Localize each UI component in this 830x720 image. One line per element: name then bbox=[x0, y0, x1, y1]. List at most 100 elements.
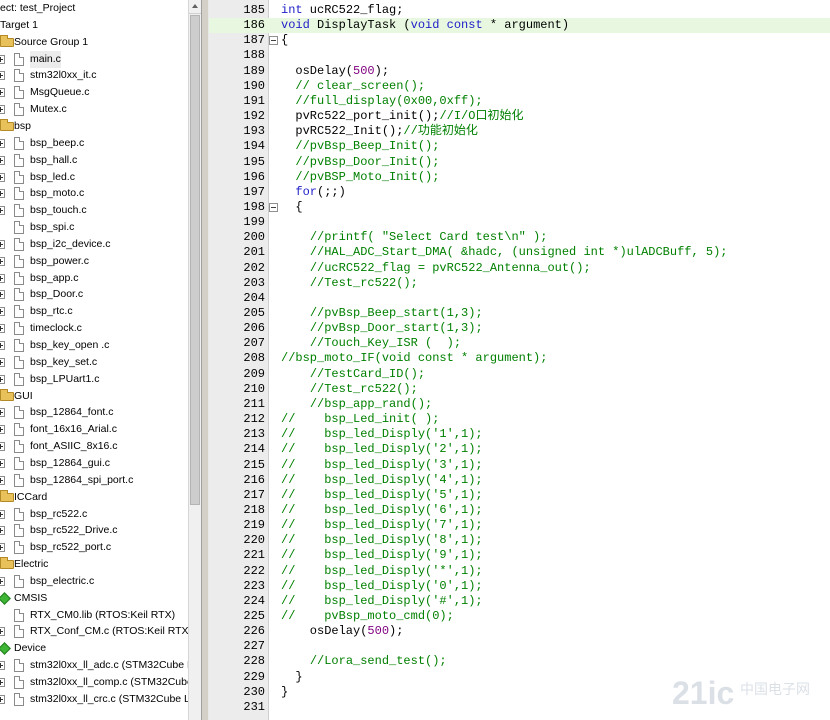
tree-item[interactable]: bsp_12864_spi_port.c bbox=[0, 472, 188, 489]
expand-icon[interactable] bbox=[0, 357, 5, 367]
code-line[interactable]: 219 // bsp_led_Disply('7',1); bbox=[209, 518, 830, 533]
code-line[interactable]: 207 //Touch_Key_ISR ( ); bbox=[209, 336, 830, 351]
tree-item[interactable]: bsp_12864_font.c bbox=[0, 404, 188, 421]
expand-icon[interactable] bbox=[0, 88, 5, 98]
expand-icon[interactable] bbox=[0, 206, 5, 216]
tree-item[interactable]: bsp_rtc.c bbox=[0, 303, 188, 320]
tree-item[interactable]: bsp_key_set.c bbox=[0, 354, 188, 371]
tree-group[interactable]: Source Group 1 bbox=[0, 34, 188, 51]
code-line[interactable]: 186 void DisplayTask (void const * argume… bbox=[209, 18, 830, 34]
code-line[interactable]: 223 // bsp_led_Disply('0',1); bbox=[209, 579, 830, 594]
code-line[interactable]: 189 osDelay(500); bbox=[209, 64, 830, 79]
tree-item[interactable]: MsgQueue.c bbox=[0, 84, 188, 101]
code-line[interactable]: 199 bbox=[209, 215, 830, 230]
code-line[interactable]: 204 bbox=[209, 291, 830, 306]
code-line[interactable]: 211 //bsp_app_rand(); bbox=[209, 397, 830, 412]
tree-item[interactable]: bsp_touch.c bbox=[0, 202, 188, 219]
tree-item[interactable]: bsp_power.c bbox=[0, 253, 188, 270]
code-line[interactable]: 190 // clear_screen(); bbox=[209, 79, 830, 94]
expand-icon[interactable] bbox=[0, 273, 5, 283]
code-line[interactable]: 215 // bsp_led_Disply('3',1); bbox=[209, 458, 830, 473]
tree-item[interactable]: stm32l0xx_ll_crc.c (STM32Cube LL: bbox=[0, 691, 188, 708]
code-line[interactable]: 192 pvRc522_port_init();//I/O口初始化 bbox=[209, 109, 830, 124]
code-line[interactable]: 226 osDelay(500); bbox=[209, 624, 830, 639]
code-line[interactable]: 221 // bsp_led_Disply('9',1); bbox=[209, 548, 830, 563]
expand-icon[interactable] bbox=[0, 239, 5, 249]
tree-group[interactable]: GUI bbox=[0, 388, 188, 405]
tree-item[interactable]: bsp_LPUart1.c bbox=[0, 371, 188, 388]
tree-item[interactable]: bsp_beep.c bbox=[0, 135, 188, 152]
code-line[interactable]: 196 //pvBSP_Moto_Init(); bbox=[209, 170, 830, 185]
expand-icon[interactable] bbox=[0, 324, 5, 334]
code-line[interactable]: 187 { bbox=[209, 33, 830, 48]
expand-icon[interactable] bbox=[0, 189, 5, 199]
tree-item[interactable]: bsp_rc522.c bbox=[0, 506, 188, 523]
tree-item[interactable]: font_ASIIC_8x16.c bbox=[0, 438, 188, 455]
tree-group[interactable]: bsp bbox=[0, 118, 188, 135]
tree-item[interactable]: bsp_i2c_device.c bbox=[0, 236, 188, 253]
tree-item[interactable]: Target 1 bbox=[0, 17, 188, 34]
code-line[interactable]: 217 // bsp_led_Disply('5',1); bbox=[209, 488, 830, 503]
code-line[interactable]: 203 //Test_rc522(); bbox=[209, 276, 830, 291]
tree-item[interactable]: RTX_Conf_CM.c (RTOS:Keil RTX) bbox=[0, 623, 188, 640]
code-line[interactable]: 202 //ucRC522_flag = pvRC522_Antenna_out… bbox=[209, 261, 830, 276]
tree-item[interactable]: bsp_electric.c bbox=[0, 573, 188, 590]
tree-item[interactable]: bsp_moto.c bbox=[0, 185, 188, 202]
tree-item[interactable]: bsp_rc522_Drive.c bbox=[0, 522, 188, 539]
expand-icon[interactable] bbox=[0, 627, 5, 637]
scrollbar-thumb[interactable] bbox=[190, 15, 200, 505]
expand-icon[interactable] bbox=[0, 307, 5, 317]
tree-item[interactable]: RTX_CM0.lib (RTOS:Keil RTX) bbox=[0, 607, 188, 624]
code-line[interactable]: 210 //Test_rc522(); bbox=[209, 382, 830, 397]
code-line[interactable]: 225 // pvBsp_moto_cmd(0); bbox=[209, 609, 830, 624]
code-line[interactable]: 218 // bsp_led_Disply('6',1); bbox=[209, 503, 830, 518]
tree-item[interactable]: bsp_12864_gui.c bbox=[0, 455, 188, 472]
expand-icon[interactable] bbox=[0, 105, 5, 115]
tree-item[interactable]: stm32l0xx_it.c bbox=[0, 67, 188, 84]
expand-icon[interactable] bbox=[0, 475, 5, 485]
expand-icon[interactable] bbox=[0, 425, 5, 435]
expand-icon[interactable] bbox=[0, 526, 5, 536]
code-line[interactable]: 227 bbox=[209, 639, 830, 654]
tree-group[interactable]: ICCard bbox=[0, 489, 188, 506]
code-line[interactable]: 222 // bsp_led_Disply('*',1); bbox=[209, 564, 830, 579]
tree-item[interactable]: bsp_led.c bbox=[0, 169, 188, 186]
fold-collapse-icon[interactable] bbox=[269, 36, 278, 46]
expand-icon[interactable] bbox=[0, 543, 5, 553]
code-line[interactable]: 191 //full_display(0x00,0xff); bbox=[209, 94, 830, 109]
code-line[interactable]: 201 //HAL_ADC_Start_DMA( &hadc, (unsigne… bbox=[209, 245, 830, 260]
code-editor[interactable]: 185 int ucRC522_flag; 186 void DisplayTask … bbox=[209, 0, 830, 720]
code-line[interactable]: 198 { bbox=[209, 200, 830, 215]
scroll-up-icon[interactable] bbox=[189, 0, 201, 14]
tree-item[interactable]: bsp_Door.c bbox=[0, 286, 188, 303]
tree-item[interactable]: bsp_hall.c bbox=[0, 152, 188, 169]
code-line[interactable]: 209 //TestCard_ID(); bbox=[209, 367, 830, 382]
code-line[interactable]: 197 for(;;) bbox=[209, 185, 830, 200]
tree-item[interactable]: bsp_rc522_port.c bbox=[0, 539, 188, 556]
code-line[interactable]: 188 bbox=[209, 48, 830, 63]
tree-item[interactable]: bsp_key_open .c bbox=[0, 337, 188, 354]
expand-icon[interactable] bbox=[0, 290, 5, 300]
code-line[interactable]: 214 // bsp_led_Disply('2',1); bbox=[209, 442, 830, 457]
expand-icon[interactable] bbox=[0, 172, 5, 182]
tree-item[interactable]: Mutex.c bbox=[0, 101, 188, 118]
expand-icon[interactable] bbox=[0, 442, 5, 452]
expand-icon[interactable] bbox=[0, 138, 5, 148]
code-line[interactable]: 220 // bsp_led_Disply('8',1); bbox=[209, 533, 830, 548]
tree-item[interactable]: bsp_spi.c bbox=[0, 219, 188, 236]
expand-icon[interactable] bbox=[0, 576, 5, 586]
tree-item[interactable]: main.c bbox=[0, 50, 188, 68]
code-line[interactable]: 224 // bsp_led_Disply('#',1); bbox=[209, 594, 830, 609]
code-line[interactable]: 185 int ucRC522_flag; bbox=[209, 3, 830, 18]
expand-icon[interactable] bbox=[0, 54, 5, 64]
code-line[interactable]: 193 pvRC522_Init();//功能初始化 bbox=[209, 124, 830, 139]
tree-item[interactable]: stm32l0xx_ll_adc.c (STM32Cube LL: bbox=[0, 657, 188, 674]
code-line[interactable]: 212 // bsp_Led_init( ); bbox=[209, 412, 830, 427]
code-line[interactable]: 228 //Lora_send_test(); bbox=[209, 654, 830, 669]
code-line[interactable]: 208 //bsp_moto_IF(void const * argument); bbox=[209, 351, 830, 366]
expand-icon[interactable] bbox=[0, 71, 5, 81]
tree-group[interactable]: Electric bbox=[0, 556, 188, 573]
code-line[interactable]: 216 // bsp_led_Disply('4',1); bbox=[209, 473, 830, 488]
expand-icon[interactable] bbox=[0, 694, 5, 704]
expand-icon[interactable] bbox=[0, 374, 5, 384]
